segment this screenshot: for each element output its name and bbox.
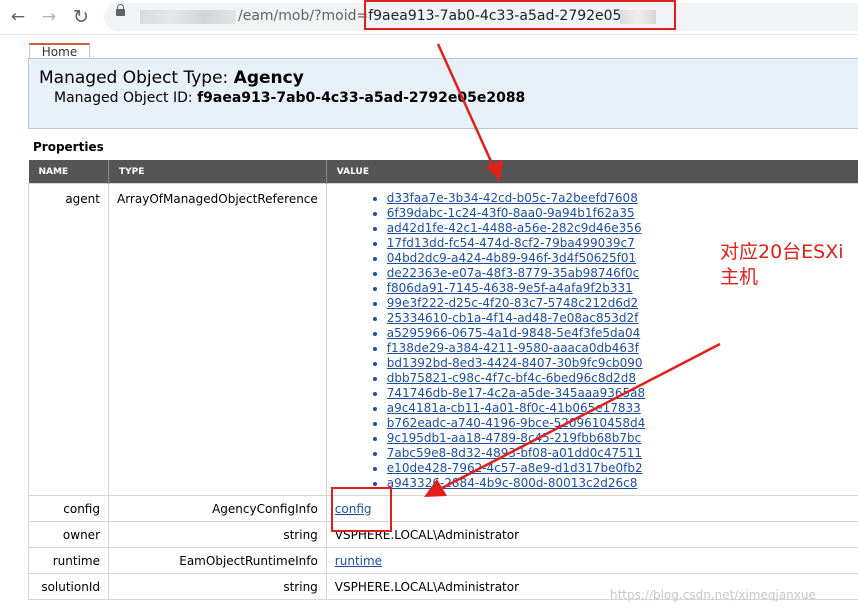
watermark: https://blog.csdn.net/ximeqjanxue [610, 588, 816, 602]
annotation-text: 对应20台ESXi 主机 [720, 240, 855, 290]
annotation-arrows [424, 43, 721, 497]
annotation-line-2: 主机 [720, 266, 759, 288]
arrowhead [486, 160, 503, 182]
annotation-line-1: 对应20台ESXi [720, 241, 844, 263]
arrow-to-agent-list [436, 43, 496, 169]
arrow-to-config [441, 342, 721, 490]
